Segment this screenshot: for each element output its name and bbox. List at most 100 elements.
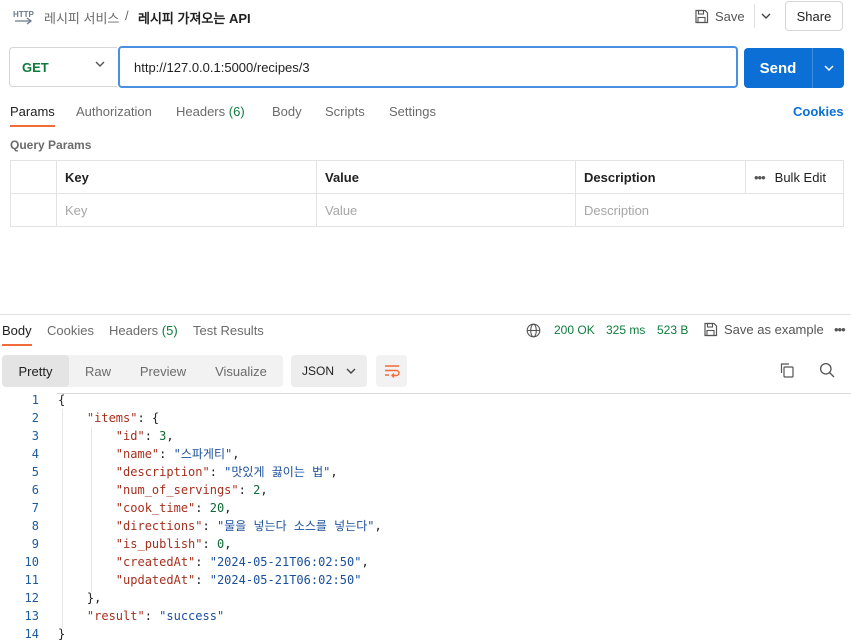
more-options-icon[interactable]: •••: [834, 322, 846, 337]
code-line: 12 },: [0, 589, 851, 607]
bulk-edit-control[interactable]: ••• Bulk Edit: [745, 161, 843, 194]
code-line: 11 "updatedAt": "2024-05-21T06:02:50": [0, 571, 851, 589]
save-as-example-button[interactable]: Save as example: [703, 322, 824, 337]
view-visualize[interactable]: Visualize: [199, 355, 283, 387]
more-options-icon[interactable]: •••: [754, 170, 766, 185]
svg-text:HTTP: HTTP: [13, 10, 34, 19]
tab-authorization[interactable]: Authorization: [76, 104, 152, 119]
tab-response-cookies[interactable]: Cookies: [47, 323, 94, 338]
code-text: "description": "맛있게 끓이는 법",: [115, 465, 338, 479]
key-column-header: Key: [56, 161, 316, 194]
request-title[interactable]: 레시피 가져오는 API: [138, 8, 251, 27]
view-raw[interactable]: Raw: [69, 355, 127, 387]
view-pretty[interactable]: Pretty: [2, 355, 69, 387]
tab-response-body[interactable]: Body: [2, 323, 32, 346]
send-button[interactable]: Send: [744, 48, 812, 88]
response-body-viewer[interactable]: 1{2 "items": {3 "id": 3, 4 "name": "스파게티"…: [0, 391, 851, 644]
line-number: 10: [24, 555, 39, 569]
line-number: 2: [31, 411, 39, 425]
code-line: 10 "createdAt": "2024-05-21T06:02:50",: [0, 553, 851, 571]
line-number: 14: [24, 627, 39, 641]
code-line: 5 "description": "맛있게 끓이는 법",: [0, 463, 851, 481]
format-select[interactable]: JSON: [291, 355, 367, 387]
tab-settings[interactable]: Settings: [389, 104, 436, 119]
status-code[interactable]: 200 OK: [554, 323, 595, 337]
chevron-down-icon: [95, 61, 105, 67]
pane-divider[interactable]: [0, 314, 851, 315]
code-line: 1{: [0, 391, 851, 409]
tab-headers[interactable]: Headers (6): [176, 104, 245, 119]
code-line: 3 "id": 3,: [0, 427, 851, 445]
code-text: "createdAt": "2024-05-21T06:02:50",: [115, 555, 369, 569]
code-text: "is_publish": 0,: [115, 537, 232, 551]
chevron-down-icon: [761, 13, 770, 19]
description-input[interactable]: Description: [575, 194, 843, 227]
line-number: 12: [24, 591, 39, 605]
tab-test-results[interactable]: Test Results: [193, 323, 264, 338]
line-number: 7: [31, 501, 39, 515]
code-text: "name": "스파게티",: [115, 447, 240, 461]
code-text: }: [58, 627, 66, 641]
cookies-link[interactable]: Cookies: [793, 104, 844, 119]
code-text: "directions": "물을 넣는다 소스를 넣는다",: [115, 519, 382, 533]
save-label: Save: [715, 8, 745, 24]
share-button[interactable]: Share: [785, 1, 843, 31]
wrap-lines-button[interactable]: [376, 355, 407, 387]
save-button[interactable]: Save: [694, 4, 745, 28]
save-as-example-label: Save as example: [724, 322, 824, 337]
tab-response-headers-count: (5): [161, 323, 178, 338]
format-label: JSON: [302, 364, 335, 378]
copy-icon[interactable]: [779, 362, 795, 378]
code-line: 14}: [0, 625, 851, 643]
search-icon[interactable]: [819, 362, 835, 378]
table-header-row: Key Value Description ••• Bulk Edit: [11, 161, 843, 194]
save-icon: [704, 322, 718, 337]
code-line: 6 "num_of_servings": 2,: [0, 481, 851, 499]
url-input[interactable]: [118, 46, 738, 88]
view-preview[interactable]: Preview: [127, 355, 199, 387]
description-column-header: Description: [575, 161, 745, 194]
code-line: 13 "result": "success": [0, 607, 851, 625]
tab-scripts[interactable]: Scripts: [325, 104, 365, 119]
tab-headers-label: Headers: [176, 104, 226, 119]
line-number: 5: [31, 465, 39, 479]
code-line: 8 "directions": "물을 넣는다 소스를 넣는다",: [0, 517, 851, 535]
line-number: 1: [31, 393, 39, 407]
code-text: "items": {: [86, 411, 160, 425]
send-options-button[interactable]: [812, 48, 844, 88]
code-text: "result": "success": [86, 609, 225, 623]
checkbox-column-header: [11, 161, 56, 194]
table-row: Key Value Description: [11, 194, 843, 227]
response-time[interactable]: 325 ms: [606, 323, 645, 337]
globe-icon[interactable]: [526, 323, 541, 338]
breadcrumb-parent[interactable]: 레시피 서비스: [44, 8, 119, 27]
line-number: 13: [24, 609, 39, 623]
wrap-lines-icon: [384, 365, 400, 378]
chevron-down-icon: [346, 368, 356, 374]
row-checkbox-cell: [11, 194, 56, 227]
value-input[interactable]: Value: [316, 194, 575, 227]
save-options-button[interactable]: [754, 4, 776, 28]
http-request-icon: HTTP: [13, 10, 34, 25]
tab-body[interactable]: Body: [272, 104, 302, 119]
top-bar: HTTP 레시피 서비스 / 레시피 가져오는 API Save Share: [0, 0, 851, 34]
query-params-title: Query Params: [10, 138, 92, 152]
code-text: "id": 3,: [115, 429, 174, 443]
line-number: 4: [31, 447, 39, 461]
code-line: 4 "name": "스파게티",: [0, 445, 851, 463]
method-select[interactable]: GET: [9, 47, 117, 87]
save-icon: [695, 9, 709, 23]
code-text: "cook_time": 20,: [115, 501, 232, 515]
response-size[interactable]: 523 B: [657, 323, 688, 337]
chevron-down-icon: [823, 65, 834, 71]
key-input[interactable]: Key: [56, 194, 316, 227]
tab-response-headers[interactable]: Headers (5): [109, 323, 178, 338]
code-text: "updatedAt": "2024-05-21T06:02:50": [115, 573, 362, 587]
tab-headers-count: (6): [228, 104, 245, 119]
tab-params[interactable]: Params: [10, 104, 55, 127]
code-line: 7 "cook_time": 20,: [0, 499, 851, 517]
bulk-edit-label[interactable]: Bulk Edit: [775, 170, 826, 185]
query-params-table: Key Value Description ••• Bulk Edit Key …: [10, 160, 844, 227]
line-number: 11: [24, 573, 39, 587]
value-column-header: Value: [316, 161, 575, 194]
